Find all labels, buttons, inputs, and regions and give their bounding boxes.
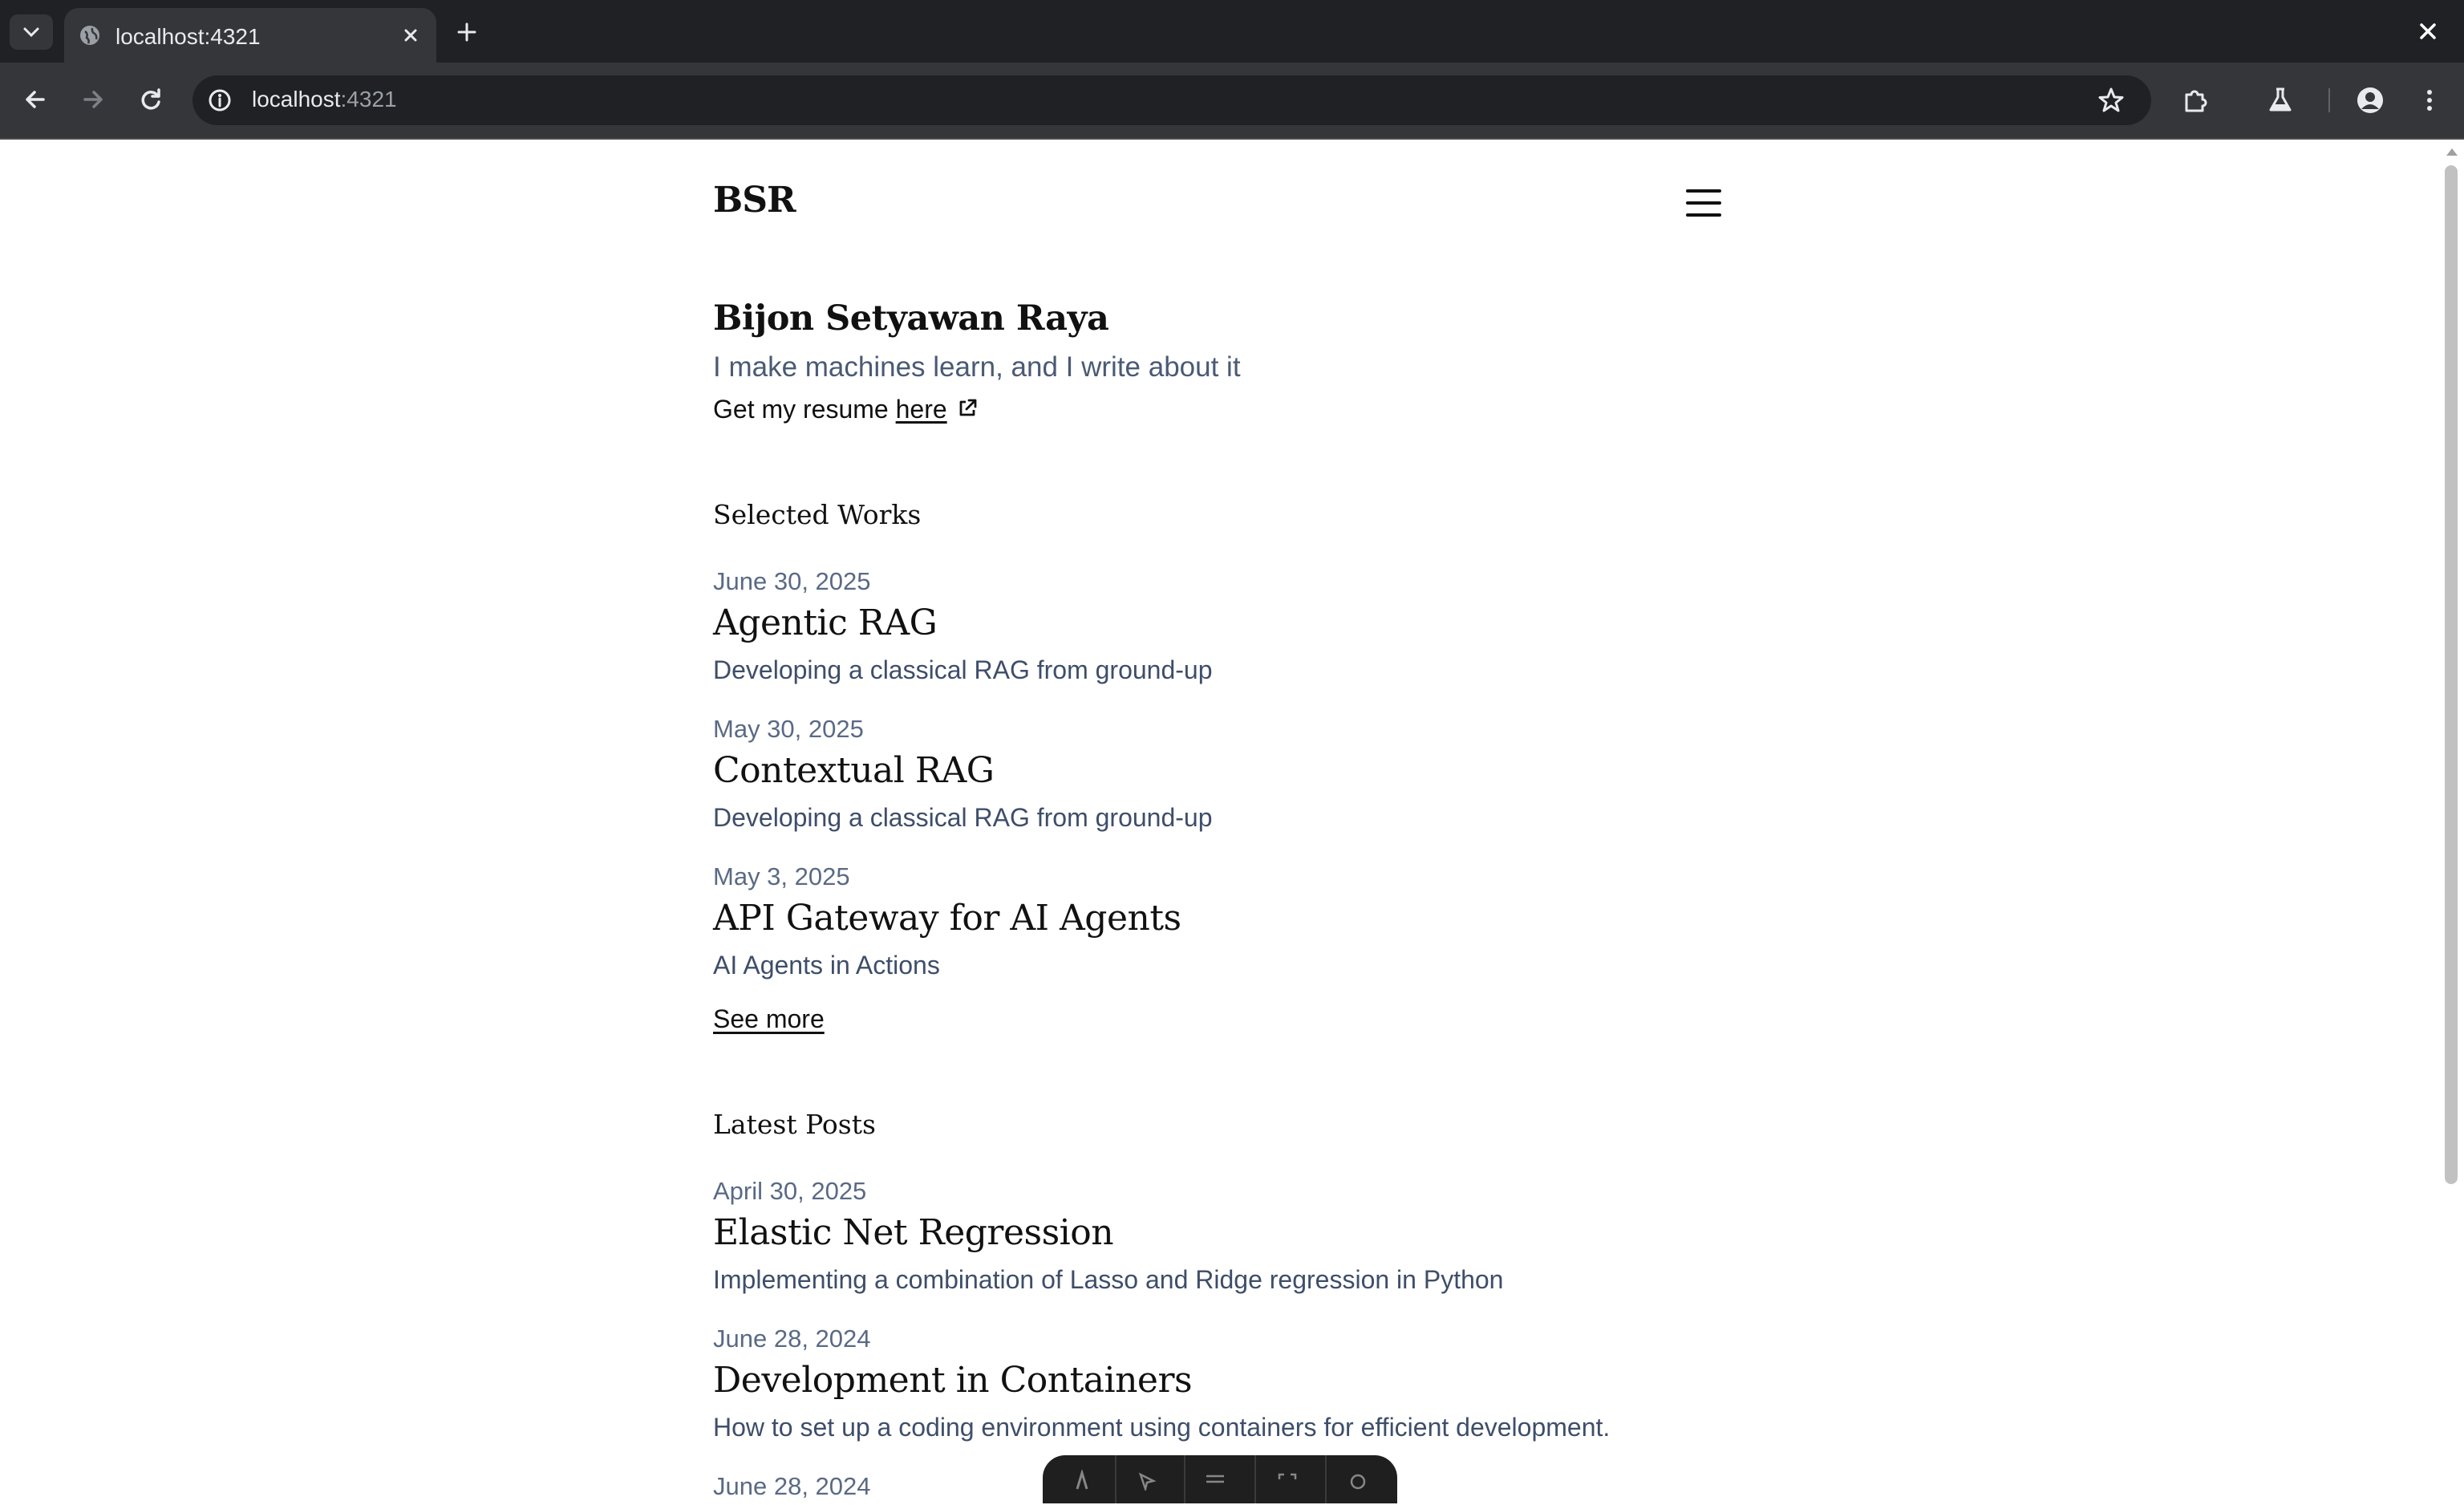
work-item[interactable]: June 30, 2025 Agentic RAG Developing a c…	[713, 563, 1728, 690]
info-icon[interactable]	[207, 87, 233, 113]
window-close-icon[interactable]	[2416, 19, 2440, 43]
post-item[interactable]: June 28, 2024 Development in Containers …	[713, 1320, 1728, 1447]
author-name: Bijon Setyawan Raya	[713, 298, 1109, 339]
resume-line: Get my resume here	[713, 395, 979, 424]
selected-works-heading: Selected Works	[713, 499, 922, 530]
latest-posts-heading: Latest Posts	[713, 1109, 876, 1140]
url-text: localhost:4321	[252, 87, 397, 112]
bookmark-star-icon[interactable]	[2097, 86, 2126, 115]
resume-link[interactable]: here	[896, 395, 947, 424]
hamburger-menu-icon[interactable]	[1686, 189, 1721, 217]
browser-tab-bar: localhost:4321	[0, 0, 2464, 63]
chevron-down-icon	[23, 27, 39, 38]
work-date: May 30, 2025	[713, 715, 864, 743]
post-description: Implementing a combination of Lasso and …	[713, 1265, 1504, 1294]
forward-icon[interactable]	[79, 85, 107, 114]
post-title[interactable]: Elastic Net Regression	[713, 1210, 1728, 1260]
work-date: May 3, 2025	[713, 862, 850, 890]
page-viewport: BSR Bijon Setyawan Raya I make machines …	[0, 140, 2464, 1503]
work-title[interactable]: Contextual RAG	[713, 748, 1728, 797]
work-item[interactable]: May 3, 2025 API Gateway for AI Agents AI…	[713, 858, 1728, 985]
tab-title: localhost:4321	[116, 24, 261, 49]
post-date: April 30, 2025	[713, 1177, 867, 1205]
astro-logo-icon[interactable]	[1070, 1470, 1094, 1491]
settings-frame-icon[interactable]	[1275, 1470, 1299, 1491]
post-item[interactable]: April 30, 2025 Elastic Net Regression Im…	[713, 1173, 1728, 1300]
work-item[interactable]: May 30, 2025 Contextual RAG Developing a…	[713, 711, 1728, 838]
toolbar-divider	[2328, 88, 2330, 112]
close-icon[interactable]	[399, 24, 422, 47]
post-description: How to set up a coding environment using…	[713, 1413, 1611, 1442]
labs-flask-icon[interactable]	[2265, 85, 2296, 116]
post-date: June 28, 2024	[713, 1324, 871, 1353]
menu-kebab-icon[interactable]	[2414, 85, 2445, 116]
extensions-icon[interactable]	[2180, 85, 2211, 116]
external-link-icon[interactable]	[955, 396, 979, 420]
scroll-up-arrow-icon[interactable]	[2445, 146, 2459, 157]
resume-prefix: Get my resume	[713, 395, 896, 424]
tagline: I make machines learn, and I write about…	[713, 351, 1241, 383]
work-description: Developing a classical RAG from ground-u…	[713, 655, 1213, 684]
dev-toolbar[interactable]	[1043, 1455, 1397, 1503]
page-scrollbar[interactable]	[2440, 140, 2464, 1489]
address-bar[interactable]: localhost:4321	[192, 75, 2151, 125]
see-more-link[interactable]: See more	[713, 1004, 825, 1034]
work-title[interactable]: Agentic RAG	[713, 600, 1728, 650]
work-title[interactable]: API Gateway for AI Agents	[713, 895, 1728, 945]
globe-icon	[80, 26, 99, 45]
profile-avatar-icon[interactable]	[2355, 85, 2385, 116]
reload-icon[interactable]	[136, 85, 165, 114]
inspect-icon[interactable]	[1136, 1470, 1160, 1491]
browser-tab[interactable]: localhost:4321	[64, 8, 436, 63]
post-title[interactable]: Development in Containers	[713, 1357, 1728, 1407]
audit-icon[interactable]	[1203, 1470, 1227, 1491]
work-date: June 30, 2025	[713, 567, 871, 595]
work-description: AI Agents in Actions	[713, 951, 940, 980]
site-logo[interactable]: BSR	[713, 180, 796, 221]
gear-icon[interactable]	[1346, 1470, 1370, 1491]
back-icon[interactable]	[21, 85, 50, 114]
browser-toolbar: localhost:4321	[0, 63, 2464, 140]
scrollbar-thumb[interactable]	[2445, 165, 2458, 1184]
work-description: Developing a classical RAG from ground-u…	[713, 803, 1213, 832]
new-tab-icon[interactable]	[454, 19, 480, 45]
tab-search-button[interactable]	[10, 14, 53, 50]
